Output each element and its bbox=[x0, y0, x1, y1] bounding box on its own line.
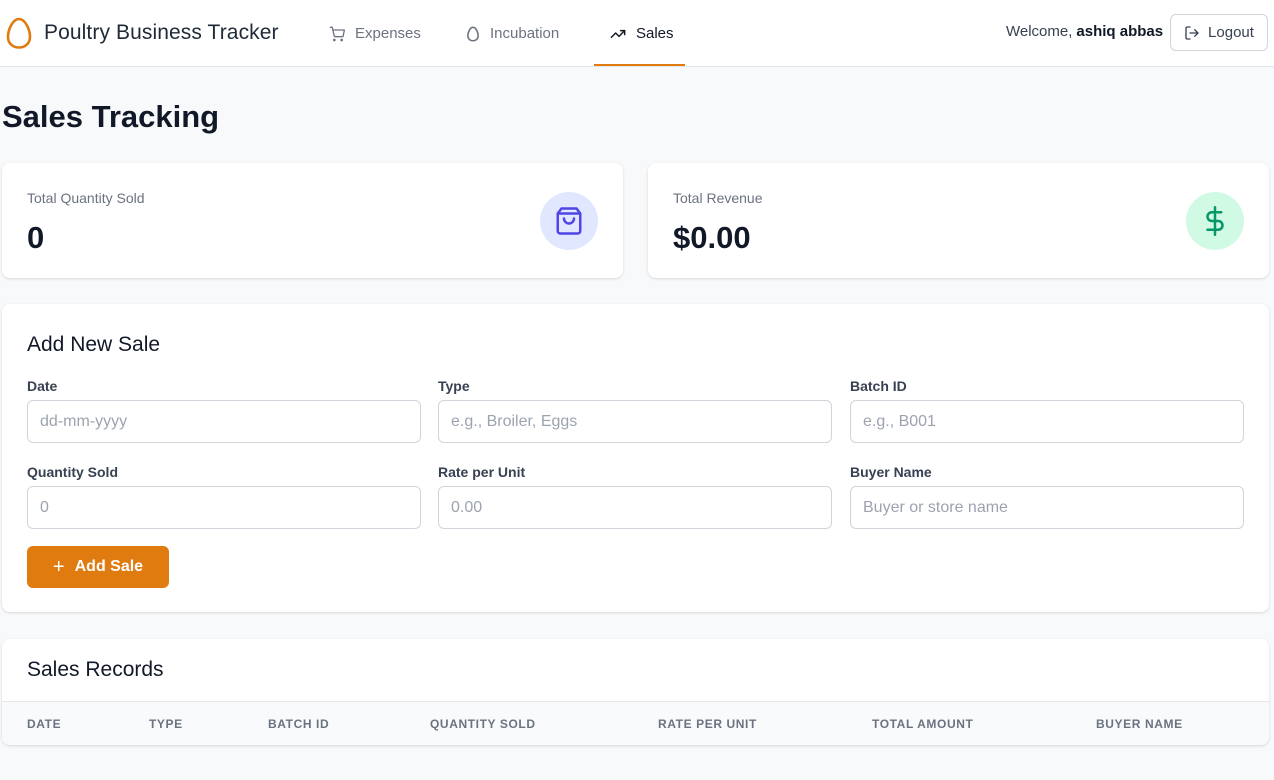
add-sale-form: Add New Sale Date Type Batch ID Quantity… bbox=[2, 304, 1269, 612]
app-title: Poultry Business Tracker bbox=[44, 21, 279, 44]
total-quantity-label: Total Quantity Sold bbox=[27, 190, 145, 206]
buyer-label: Buyer Name bbox=[850, 464, 932, 480]
column-header-date[interactable]: Date bbox=[27, 717, 61, 731]
brand[interactable]: Poultry Business Tracker bbox=[6, 17, 279, 49]
tab-incubation-label: Incubation bbox=[490, 25, 560, 42]
cart-icon bbox=[329, 26, 345, 41]
date-input[interactable] bbox=[27, 400, 421, 443]
type-input[interactable] bbox=[438, 400, 832, 443]
rate-label: Rate per Unit bbox=[438, 464, 526, 480]
trending-up-icon bbox=[610, 29, 626, 38]
type-label: Type bbox=[438, 378, 470, 394]
logout-button[interactable]: Logout bbox=[1170, 14, 1268, 51]
tab-incubation[interactable]: Incubation bbox=[466, 0, 559, 67]
dollar-icon-badge bbox=[1186, 192, 1244, 250]
logout-label: Logout bbox=[1208, 24, 1254, 41]
column-header-type[interactable]: Type bbox=[149, 717, 183, 731]
add-sale-button[interactable]: + Add Sale bbox=[27, 546, 169, 588]
user-name: ashiq abbas bbox=[1076, 23, 1164, 40]
column-header-batch-id[interactable]: Batch ID bbox=[268, 717, 329, 731]
shopping-bag-icon bbox=[556, 207, 582, 235]
table-header: Date Type Batch ID Quantity Sold Rate pe… bbox=[2, 701, 1269, 745]
egg-icon bbox=[6, 17, 32, 49]
top-navigation-bar: Poultry Business Tracker Expenses Incuba… bbox=[0, 0, 1274, 67]
egg-icon bbox=[467, 26, 479, 42]
date-label: Date bbox=[27, 378, 58, 394]
total-revenue-label: Total Revenue bbox=[673, 190, 763, 206]
batch-id-label: Batch ID bbox=[850, 378, 907, 394]
welcome-prefix: Welcome, bbox=[1006, 23, 1073, 40]
records-title: Sales Records bbox=[27, 658, 164, 681]
tab-expenses-label: Expenses bbox=[355, 25, 421, 42]
logout-icon bbox=[1185, 25, 1199, 40]
rate-input[interactable] bbox=[438, 486, 832, 529]
dollar-icon bbox=[1206, 206, 1224, 236]
add-sale-label: Add Sale bbox=[74, 558, 144, 575]
total-revenue-value: $0.00 bbox=[673, 220, 751, 255]
column-header-rate-per-unit[interactable]: Rate per Unit bbox=[658, 717, 757, 731]
plus-icon: + bbox=[52, 556, 65, 578]
tab-sales-label: Sales bbox=[636, 25, 674, 42]
sales-records-card: Sales Records Date Type Batch ID Quantit… bbox=[2, 639, 1269, 745]
active-tab-indicator bbox=[594, 64, 685, 66]
tab-sales[interactable]: Sales bbox=[610, 0, 674, 67]
quantity-input[interactable] bbox=[27, 486, 421, 529]
column-header-quantity-sold[interactable]: Quantity Sold bbox=[430, 717, 536, 731]
total-revenue-card: Total Revenue $0.00 bbox=[648, 163, 1269, 278]
batch-id-input[interactable] bbox=[850, 400, 1244, 443]
page-title: Sales Tracking bbox=[2, 99, 220, 134]
column-header-total-amount[interactable]: Total Amount bbox=[872, 717, 973, 731]
shopping-bag-icon-badge bbox=[540, 192, 598, 250]
welcome-text: Welcome, ashiq abbas bbox=[1006, 23, 1163, 40]
quantity-label: Quantity Sold bbox=[27, 464, 118, 480]
tab-expenses[interactable]: Expenses bbox=[329, 0, 421, 67]
total-quantity-value: 0 bbox=[27, 220, 45, 255]
column-header-buyer-name[interactable]: Buyer Name bbox=[1096, 717, 1183, 731]
total-quantity-card: Total Quantity Sold 0 bbox=[2, 163, 623, 278]
form-title: Add New Sale bbox=[27, 333, 161, 356]
buyer-input[interactable] bbox=[850, 486, 1244, 529]
